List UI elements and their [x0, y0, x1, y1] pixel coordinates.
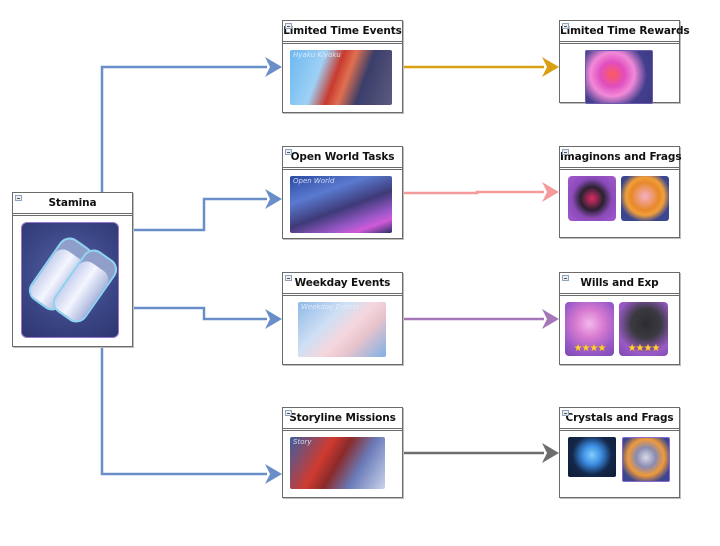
node-stamina[interactable]: Stamina [12, 192, 133, 347]
weekday-events-banner: Weekday Events [298, 302, 386, 357]
collapse-icon[interactable] [285, 149, 292, 155]
arrowhead-icon [542, 443, 559, 463]
node-storyline-missions[interactable]: Storyline Missions Story [282, 407, 403, 498]
node-title: Wills and Exp [580, 277, 659, 289]
banner-text: Open World [293, 177, 335, 185]
collapse-icon[interactable] [562, 149, 569, 155]
collapse-icon[interactable] [285, 275, 292, 281]
edge-stamina-to-limited-time-events [100, 65, 267, 192]
collapse-icon[interactable] [562, 410, 569, 416]
rarity-stars: ★★★★ [573, 343, 607, 354]
will-material-icon: ★★★★ [565, 302, 614, 356]
node-title: Limited Time Events [283, 25, 402, 37]
collapse-icon[interactable] [285, 23, 292, 29]
stamina-canisters-icon [21, 222, 119, 338]
node-open-world-tasks[interactable]: Open World Tasks Open World [282, 146, 403, 239]
node-weekday-events[interactable]: Weekday Events Weekday Events [282, 272, 403, 365]
storyline-banner: Story [290, 437, 385, 489]
collapse-icon[interactable] [562, 23, 569, 29]
edge-stamina-to-open-world-tasks [133, 197, 267, 232]
event-reward-icon [585, 50, 653, 104]
edge-stamina-to-storyline-missions [100, 347, 267, 476]
banner-text: Weekday Events [301, 303, 360, 311]
node-title: Stamina [48, 197, 97, 209]
open-world-banner: Open World [290, 176, 392, 233]
rarity-stars: ★★★★ [627, 343, 661, 354]
arrowhead-icon [542, 309, 559, 329]
banner-text: Hyaku Kiyoku [293, 51, 341, 59]
node-imaginons-and-frags[interactable]: Imaginons and Frags [559, 146, 682, 238]
arrowhead-icon [542, 57, 559, 77]
arrowhead-icon [265, 189, 282, 209]
node-title: Imaginons and Frags [560, 151, 682, 163]
arrowhead-icon [265, 309, 282, 329]
limited-time-events-banner: Hyaku Kiyoku [290, 50, 392, 105]
node-limited-time-events[interactable]: Limited Time Events Hyaku Kiyoku [282, 20, 403, 113]
node-title: Weekday Events [294, 277, 391, 289]
node-title: Storyline Missions [289, 412, 396, 424]
imaginon-icon [568, 176, 616, 221]
node-wills-and-exp[interactable]: Wills and Exp ★★★★ ★★★★ [559, 272, 680, 365]
collapse-icon[interactable] [562, 275, 569, 281]
banner-text: Story [293, 438, 312, 446]
arrowhead-icon [265, 464, 282, 484]
character-fragment-icon [622, 437, 670, 482]
exp-material-icon: ★★★★ [619, 302, 668, 356]
collapse-icon[interactable] [285, 410, 292, 416]
edge-open-world-tasks-to-imaginons-and-frags [403, 190, 544, 195]
node-crystals-and-frags[interactable]: Crystals and Frags [559, 407, 680, 498]
node-title: Crystals and Frags [565, 412, 674, 424]
node-title: Open World Tasks [290, 151, 395, 163]
arrowhead-icon [542, 182, 559, 202]
edge-stamina-to-weekday-events [133, 306, 267, 321]
node-limited-time-rewards[interactable]: Limited Time Rewards [559, 20, 690, 104]
crystal-icon [568, 437, 616, 477]
arrowhead-icon [265, 57, 282, 77]
collapse-icon[interactable] [15, 195, 22, 201]
character-fragment-icon [621, 176, 669, 221]
node-title: Limited Time Rewards [560, 25, 690, 37]
